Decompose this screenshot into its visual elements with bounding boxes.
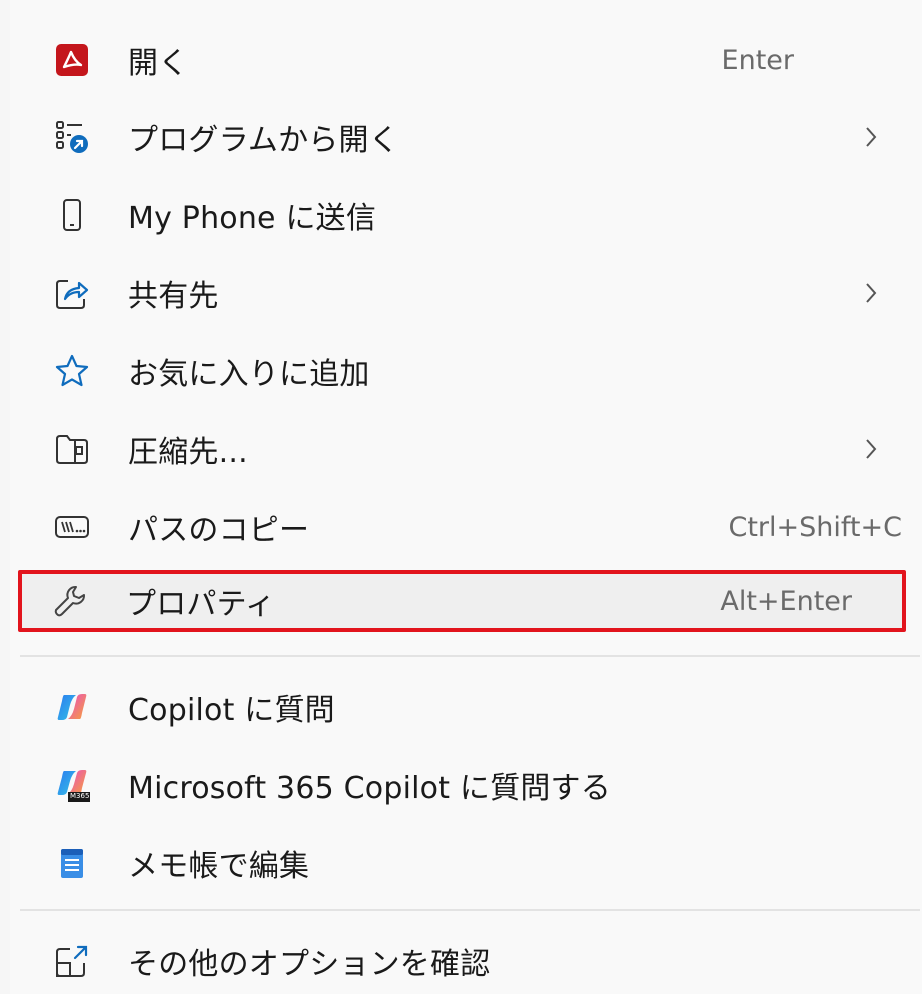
menu-item-label: My Phone に送信 [128, 201, 377, 236]
menu-item-open[interactable]: 開く Enter [20, 27, 904, 93]
copilot-icon [54, 689, 90, 725]
menu-item-label: 開く [128, 46, 189, 81]
menu-item-share[interactable]: 共有先 [20, 260, 904, 326]
menu-item-compress[interactable]: 圧縮先... [20, 416, 904, 482]
chevron-right-icon [856, 434, 886, 464]
menu-item-label: プログラムから開く [128, 123, 399, 158]
menu-item-ask-copilot[interactable]: Copilot に質問 [20, 674, 904, 740]
open-with-icon [54, 119, 90, 155]
zip-folder-icon [54, 431, 90, 467]
menu-item-label: パスのコピー [128, 513, 310, 548]
m365-badge-text: M365 [70, 792, 90, 800]
menu-divider [20, 909, 920, 911]
menu-item-send-to-phone[interactable]: My Phone に送信 [20, 182, 904, 248]
menu-item-more-options[interactable]: その他のオプションを確認 [20, 928, 904, 994]
menu-item-label: 共有先 [128, 279, 219, 314]
chevron-right-icon [856, 278, 886, 308]
menu-item-properties[interactable]: プロパティ Alt+Enter [18, 570, 906, 632]
context-menu: 開く Enter プログラムから開く My Phone に送信 共有先 お気に入… [10, 0, 922, 994]
menu-item-label: Microsoft 365 Copilot に質問する [128, 771, 611, 806]
menu-item-label: お気に入りに追加 [128, 357, 370, 392]
star-icon [54, 353, 90, 389]
menu-item-label: その他のオプションを確認 [128, 947, 491, 982]
menu-item-edit-notepad[interactable]: メモ帳で編集 [20, 830, 904, 896]
chevron-right-icon [856, 122, 886, 152]
shortcut-text: Alt+Enter [720, 585, 852, 617]
more-options-icon [54, 943, 90, 979]
menu-item-label: 圧縮先... [128, 435, 248, 470]
shortcut-text: Ctrl+Shift+C [728, 511, 902, 543]
copy-path-icon [54, 509, 90, 545]
menu-item-copy-path[interactable]: パスのコピー Ctrl+Shift+C [20, 494, 904, 560]
notepad-icon [54, 845, 90, 881]
shortcut-text: Enter [721, 44, 794, 76]
menu-item-label: プロパティ [126, 587, 276, 622]
m365-copilot-icon: M365 [54, 767, 90, 803]
menu-item-label: メモ帳で編集 [128, 849, 310, 884]
menu-item-add-favorite[interactable]: お気に入りに追加 [20, 338, 904, 404]
menu-item-open-with[interactable]: プログラムから開く [20, 104, 904, 170]
menu-item-label: Copilot に質問 [128, 693, 335, 728]
share-icon [54, 275, 90, 311]
menu-divider [20, 655, 920, 657]
pdf-icon [54, 42, 90, 78]
menu-item-ask-m365-copilot[interactable]: M365 Microsoft 365 Copilot に質問する [20, 752, 904, 818]
phone-icon [54, 197, 90, 233]
wrench-icon [52, 583, 88, 619]
